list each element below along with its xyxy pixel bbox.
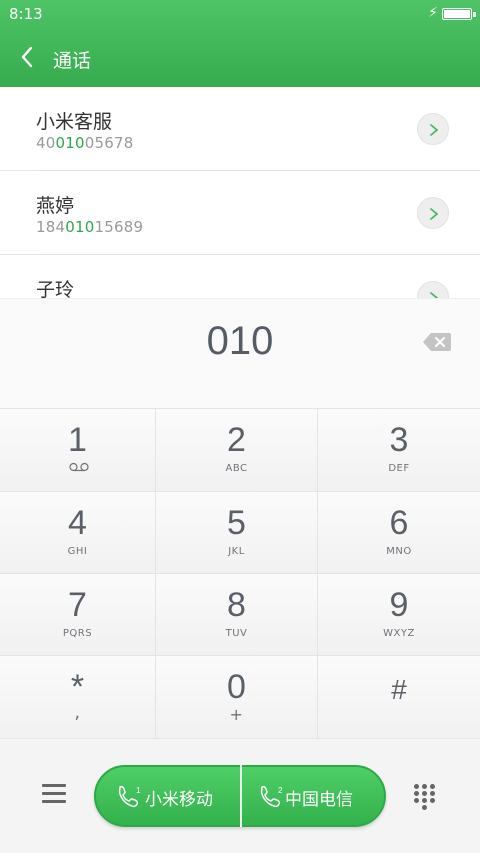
svg-text:1: 1 bbox=[136, 786, 141, 795]
key-2[interactable]: 2 ABC bbox=[156, 408, 318, 491]
call-sim2-label: 中国电信 bbox=[285, 790, 353, 810]
key-digit: # bbox=[391, 674, 407, 705]
key-1[interactable]: 1 bbox=[0, 408, 156, 491]
status-bar: 8:13 ⚡ bbox=[0, 0, 480, 28]
key-letters: DEF bbox=[388, 463, 410, 474]
key-digit: 6 bbox=[389, 504, 409, 542]
contact-number: 18401015689 bbox=[36, 218, 144, 236]
dial-display: 010 bbox=[0, 298, 480, 408]
key-digit: 1 bbox=[68, 421, 87, 459]
call-sim1-button[interactable]: 1 小米移动 bbox=[96, 767, 240, 825]
dial-keypad: 1 2 ABC 3 DEF 4 GHI 5 JKL 6 MNO 7 PQRS 8 TUV 9 W… bbox=[0, 408, 480, 738]
contact-row[interactable]: 小米客服 4001005678 bbox=[0, 87, 480, 171]
key-6[interactable]: 6 MNO bbox=[318, 491, 480, 573]
charging-icon: ⚡ bbox=[428, 5, 438, 21]
key-star[interactable]: *, bbox=[0, 655, 156, 738]
menu-button[interactable] bbox=[42, 784, 66, 806]
chevron-right-icon bbox=[430, 124, 439, 136]
contact-detail-button[interactable] bbox=[417, 281, 449, 298]
key-digit: 5 bbox=[227, 504, 246, 542]
status-time: 8:13 bbox=[9, 5, 43, 23]
key-letters: + bbox=[229, 705, 244, 724]
key-digit: 8 bbox=[227, 586, 246, 624]
key-digit: 7 bbox=[68, 586, 87, 624]
menu-icon bbox=[42, 784, 66, 803]
voicemail-icon bbox=[69, 462, 89, 472]
key-5[interactable]: 5 JKL bbox=[156, 491, 318, 573]
key-3[interactable]: 3 DEF bbox=[318, 408, 480, 491]
call-buttons: 1 小米移动 2 中国电信 bbox=[94, 765, 386, 827]
contact-detail-button[interactable] bbox=[417, 113, 449, 145]
contact-row[interactable]: 子玲 bbox=[0, 255, 480, 298]
key-letters: JKL bbox=[228, 546, 245, 557]
key-9[interactable]: 9 WXYZ bbox=[318, 573, 480, 655]
backspace-icon bbox=[423, 333, 451, 351]
page-title: 通话 bbox=[53, 50, 92, 72]
contact-detail-button[interactable] bbox=[417, 197, 449, 229]
key-digit: 0 bbox=[227, 668, 246, 706]
back-arrow-icon bbox=[21, 46, 33, 68]
contact-name: 子玲 bbox=[36, 279, 75, 298]
contact-name: 小米客服 bbox=[36, 111, 113, 133]
key-4[interactable]: 4 GHI bbox=[0, 491, 156, 573]
svg-text:2: 2 bbox=[278, 786, 283, 795]
key-8[interactable]: 8 TUV bbox=[156, 573, 318, 655]
key-digit: 2 bbox=[227, 421, 246, 459]
app-header: 8:13 ⚡ 通话 bbox=[0, 0, 480, 87]
dialpad-toggle-button[interactable] bbox=[414, 784, 438, 810]
back-button[interactable] bbox=[16, 42, 40, 72]
key-digit: 3 bbox=[389, 421, 409, 459]
call-sim2-button[interactable]: 2 中国电信 bbox=[242, 767, 386, 825]
key-digit: 4 bbox=[68, 504, 87, 542]
key-letters: , bbox=[74, 702, 81, 723]
chevron-right-icon bbox=[430, 292, 439, 298]
bottom-bar: 1 小米移动 2 中国电信 bbox=[0, 738, 480, 853]
key-7[interactable]: 7 PQRS bbox=[0, 573, 156, 655]
key-letters: GHI bbox=[67, 546, 88, 557]
phone-icon: 1 bbox=[118, 785, 141, 808]
chevron-right-icon bbox=[430, 208, 439, 220]
key-letters: MNO bbox=[386, 546, 412, 557]
contact-row[interactable]: 燕婷 18401015689 bbox=[0, 171, 480, 255]
key-digit: 9 bbox=[389, 586, 409, 624]
key-letters: TUV bbox=[225, 628, 248, 639]
key-letters: ABC bbox=[225, 463, 248, 474]
phone-icon: 2 bbox=[260, 785, 283, 808]
key-hash[interactable]: # bbox=[318, 655, 480, 738]
key-letters: WXYZ bbox=[383, 628, 415, 639]
key-0[interactable]: 0 + bbox=[156, 655, 318, 738]
backspace-button[interactable] bbox=[422, 331, 452, 353]
contact-name: 燕婷 bbox=[36, 195, 75, 217]
key-letters: PQRS bbox=[62, 628, 93, 639]
contact-number: 4001005678 bbox=[36, 134, 134, 152]
battery-icon bbox=[442, 8, 476, 20]
dialed-number: 010 bbox=[206, 319, 274, 363]
call-sim1-label: 小米移动 bbox=[145, 790, 213, 810]
contact-suggestions: 小米客服 4001005678 燕婷 18401015689 子玲 bbox=[0, 87, 480, 298]
